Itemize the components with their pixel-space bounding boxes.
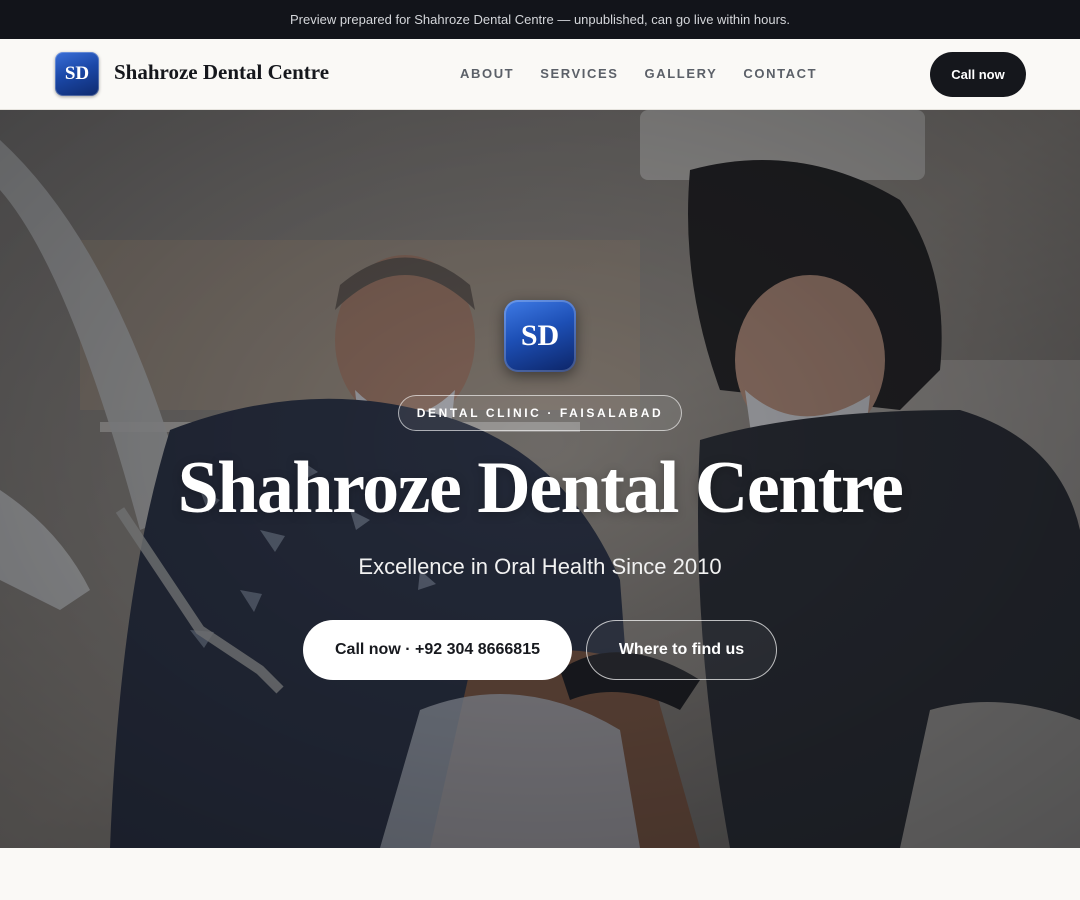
hero-directions-button[interactable]: Where to find us xyxy=(586,620,777,680)
hero-logo-badge: SD xyxy=(504,300,576,372)
main-nav: ABOUT SERVICES GALLERY CONTACT xyxy=(460,66,817,81)
hero-title: Shahroze Dental Centre xyxy=(177,447,904,529)
nav-link-services[interactable]: SERVICES xyxy=(540,66,618,81)
announcement-text: Preview prepared for Shahroze Dental Cen… xyxy=(289,12,791,27)
hero-logo-initials: SD xyxy=(520,319,560,352)
hero-section: SD DENTAL CLINIC · FAISALABAD Shahroze D… xyxy=(0,110,1080,848)
hero-call-button[interactable]: Call now · +92 304 8666815 xyxy=(303,620,572,680)
brand-name[interactable]: Shahroze Dental Centre xyxy=(114,60,329,85)
announcement-bar: Preview prepared for Shahroze Dental Cen… xyxy=(0,0,1080,39)
nav-link-contact[interactable]: CONTACT xyxy=(743,66,817,81)
nav-link-gallery[interactable]: GALLERY xyxy=(645,66,718,81)
call-now-button[interactable]: Call now xyxy=(930,52,1026,97)
site-header: SD Shahroze Dental Centre ABOUT SERVICES… xyxy=(0,39,1080,110)
logo-initials: SD xyxy=(64,63,90,84)
hero-eyebrow-pill: DENTAL CLINIC · FAISALABAD xyxy=(398,395,682,431)
nav-link-about[interactable]: ABOUT xyxy=(460,66,514,81)
hero-subtitle: Excellence in Oral Health Since 2010 xyxy=(358,554,722,579)
logo-badge[interactable]: SD xyxy=(55,52,99,96)
